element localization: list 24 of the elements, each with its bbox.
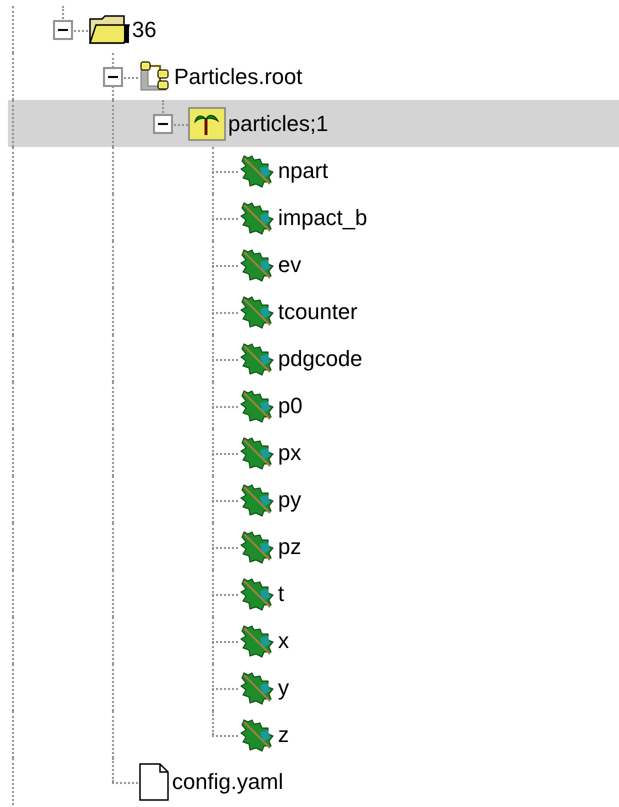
- node-label: py: [278, 488, 302, 510]
- node-label: npart: [278, 160, 328, 182]
- folder-icon: [88, 12, 130, 46]
- node-label: px: [278, 442, 302, 464]
- node-label: config.yaml: [172, 770, 284, 792]
- document-icon: [138, 762, 170, 802]
- tree-row[interactable]: particles;1: [8, 100, 619, 147]
- collapse-toggle[interactable]: [53, 20, 73, 40]
- node-label: p0: [278, 394, 302, 416]
- node-label: particles;1: [228, 112, 328, 134]
- node-label: ev: [278, 254, 302, 276]
- node-label: 36: [132, 18, 156, 40]
- collapse-toggle[interactable]: [153, 114, 173, 134]
- node-label: x: [278, 630, 289, 652]
- node-label: t: [278, 582, 284, 604]
- node-label: tcounter: [278, 300, 358, 322]
- node-label: pz: [278, 536, 302, 558]
- node-label: impact_b: [278, 206, 368, 228]
- node-label: z: [278, 724, 289, 746]
- collapse-toggle[interactable]: [103, 67, 123, 87]
- node-label: y: [278, 676, 289, 698]
- tree-icon: [188, 106, 226, 140]
- node-label: Particles.root: [174, 66, 302, 88]
- node-label: pdgcode: [278, 348, 362, 370]
